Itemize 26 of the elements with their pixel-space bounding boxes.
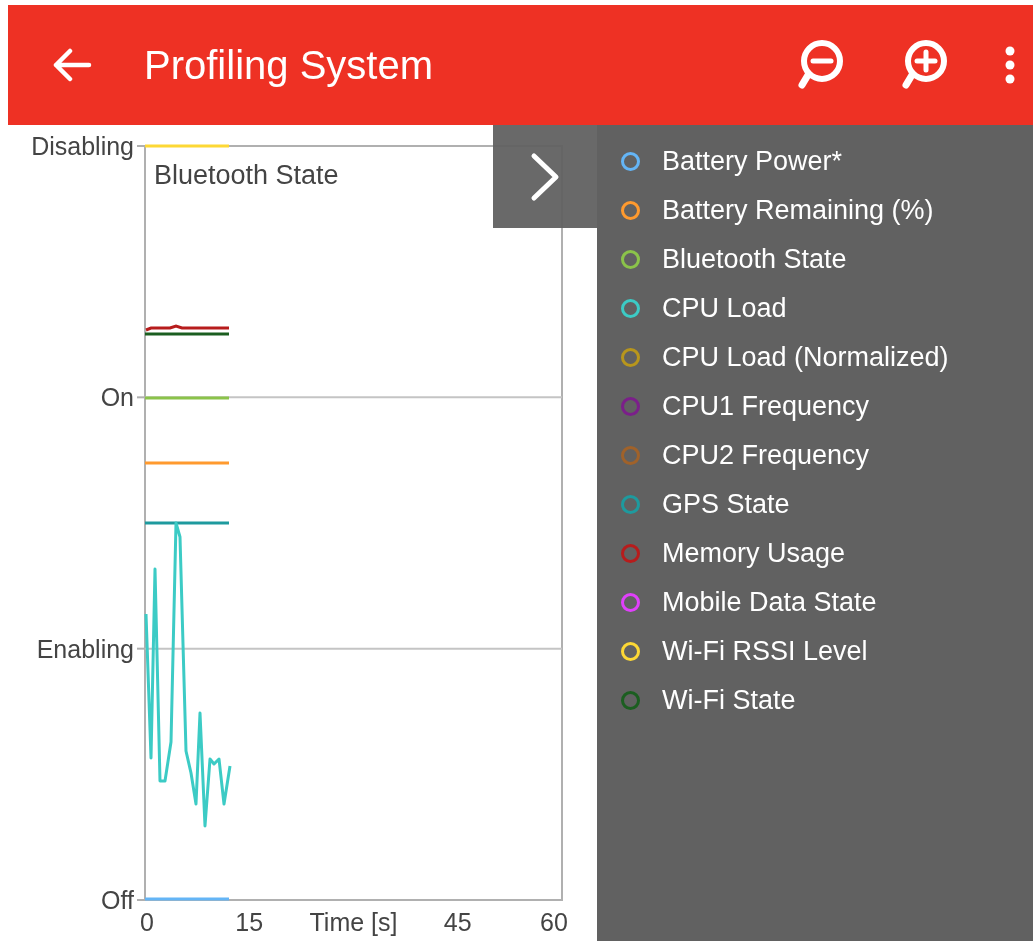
collapse-legend-button[interactable] [493,125,597,228]
legend-item[interactable]: CPU Load [621,284,1033,333]
legend-item[interactable]: GPS State [621,480,1033,529]
x-tick-label: 15 [235,908,264,936]
back-arrow-icon[interactable] [52,48,92,82]
y-tick-label: Disabling [31,132,134,160]
x-axis-label: Time [s] [309,908,398,936]
legend-item[interactable]: Bluetooth State [621,235,1033,284]
legend-item[interactable]: Wi-Fi RSSI Level [621,627,1033,676]
x-tick-label: 60 [540,908,568,936]
legend-item[interactable]: Battery Remaining (%) [621,186,1033,235]
legend-item[interactable]: CPU2 Frequency [621,431,1033,480]
chart-title: Bluetooth State [154,160,339,190]
legend-item[interactable]: CPU1 Frequency [621,382,1033,431]
y-tick-label: On [100,383,134,412]
legend-item[interactable]: Mobile Data State [621,578,1033,627]
app-title: Profiling System [144,42,434,89]
legend-item[interactable]: Memory Usage [621,529,1033,578]
x-tick-label: 0 [140,908,154,936]
legend-item[interactable]: CPU Load (Normalized) [621,333,1033,382]
legend-item[interactable]: Battery Power* [621,137,1033,186]
legend-item[interactable]: Wi-Fi State [621,676,1033,725]
x-tick-label: 45 [443,908,472,936]
y-tick-label: Off [101,886,134,914]
y-tick-label: Enabling [36,634,134,663]
overflow-menu-icon[interactable] [1005,46,1015,84]
